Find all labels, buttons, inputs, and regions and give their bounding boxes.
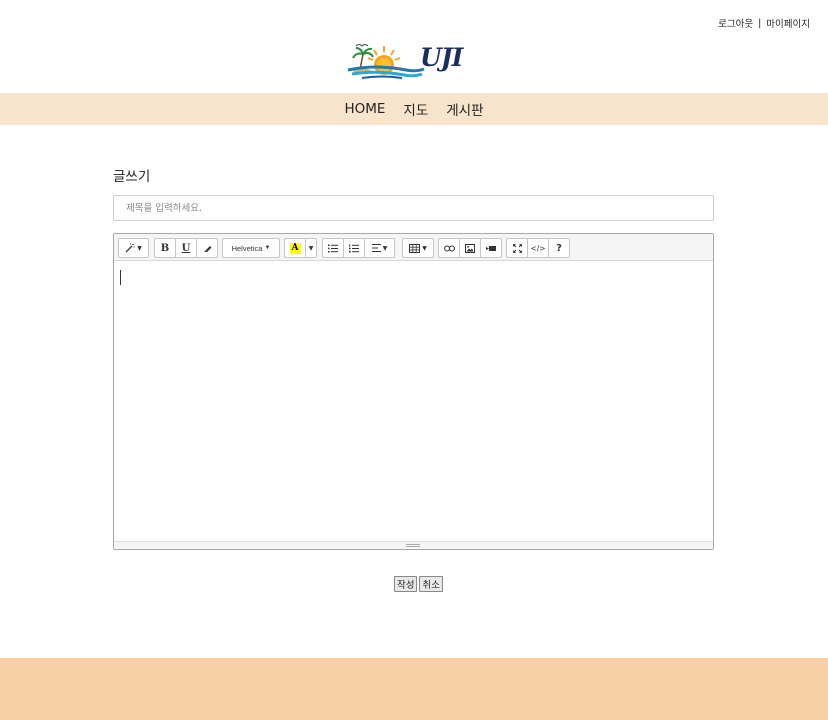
insert-link-button[interactable] <box>438 238 460 258</box>
ordered-list-button[interactable] <box>343 238 365 258</box>
editor-resize-handle[interactable] <box>114 541 713 549</box>
font-family-dropdown[interactable]: Helvetica ▼ <box>222 238 280 258</box>
image-icon <box>465 243 475 253</box>
chevron-down-icon: ▼ <box>264 245 271 251</box>
chevron-down-icon: ▼ <box>382 244 388 252</box>
magic-wand-icon <box>125 243 135 253</box>
align-left-icon <box>371 244 381 252</box>
text-color-button[interactable]: A <box>284 238 306 258</box>
fullscreen-button[interactable] <box>506 238 528 258</box>
font-style-group: B U <box>154 238 218 258</box>
paragraph-group: ▼ <box>322 238 395 258</box>
table-dropdown-button[interactable]: ▼ <box>402 238 434 258</box>
video-icon <box>486 245 496 251</box>
table-group: ▼ <box>402 238 434 258</box>
page-footer <box>0 658 828 720</box>
style-group: ▼ <box>118 238 149 258</box>
nav-item-board[interactable]: 게시판 <box>446 99 483 119</box>
nav-item-map[interactable]: 지도 <box>403 99 428 119</box>
help-button[interactable]: ? <box>548 238 570 258</box>
page-title: 글쓰기 <box>113 169 151 185</box>
editor-toolbar: ▼ B U Helvetica ▼ A ▼ ▼ ▼ </> ? <box>114 234 713 261</box>
eraser-icon <box>204 246 212 252</box>
link-icon <box>443 244 455 252</box>
form-actions: 작성 취소 <box>394 576 443 592</box>
main-nav: HOME 지도 게시판 <box>0 93 828 125</box>
chevron-down-icon: ▼ <box>137 244 142 252</box>
table-icon <box>409 243 421 253</box>
align-dropdown-button[interactable]: ▼ <box>364 238 395 258</box>
editor-content-area[interactable] <box>114 261 713 542</box>
insert-group <box>438 238 502 258</box>
misc-group: </> ? <box>506 238 570 258</box>
link-separator: | <box>758 17 762 29</box>
site-logo[interactable]: UJI <box>346 40 480 80</box>
color-dropdown-button[interactable]: ▼ <box>305 238 317 258</box>
chevron-down-icon: ▼ <box>422 244 427 252</box>
user-links: 로그아웃 | 마이페이지 <box>718 16 810 31</box>
mypage-link[interactable]: 마이페이지 <box>766 16 810 30</box>
grip-icon <box>406 544 420 547</box>
font-family-label: Helvetica <box>231 243 263 253</box>
cancel-button[interactable]: 취소 <box>419 576 443 592</box>
fullscreen-icon <box>512 243 522 253</box>
chevron-down-icon: ▼ <box>308 244 314 252</box>
post-title-input[interactable] <box>113 195 714 221</box>
logo-text: UJI <box>420 43 463 72</box>
underline-button[interactable]: U <box>175 238 197 258</box>
sunset-island-icon <box>347 44 425 79</box>
font-name-group: Helvetica ▼ <box>222 238 280 258</box>
bold-button[interactable]: B <box>154 238 176 258</box>
clear-format-button[interactable] <box>196 238 218 258</box>
insert-image-button[interactable] <box>459 238 481 258</box>
insert-video-button[interactable] <box>480 238 502 258</box>
unordered-list-button[interactable] <box>322 238 344 258</box>
color-group: A ▼ <box>284 238 317 258</box>
numbered-list-icon <box>349 244 359 253</box>
highlight-a-icon: A <box>289 242 301 254</box>
bullet-list-icon <box>328 244 338 252</box>
submit-button[interactable]: 작성 <box>394 576 418 592</box>
logout-link[interactable]: 로그아웃 <box>718 16 753 30</box>
style-dropdown-button[interactable]: ▼ <box>118 238 149 258</box>
rich-text-editor: ▼ B U Helvetica ▼ A ▼ ▼ ▼ </> ? <box>113 233 714 550</box>
text-cursor <box>120 270 121 285</box>
nav-item-home[interactable]: HOME <box>344 101 385 117</box>
code-view-button[interactable]: </> <box>527 238 549 258</box>
